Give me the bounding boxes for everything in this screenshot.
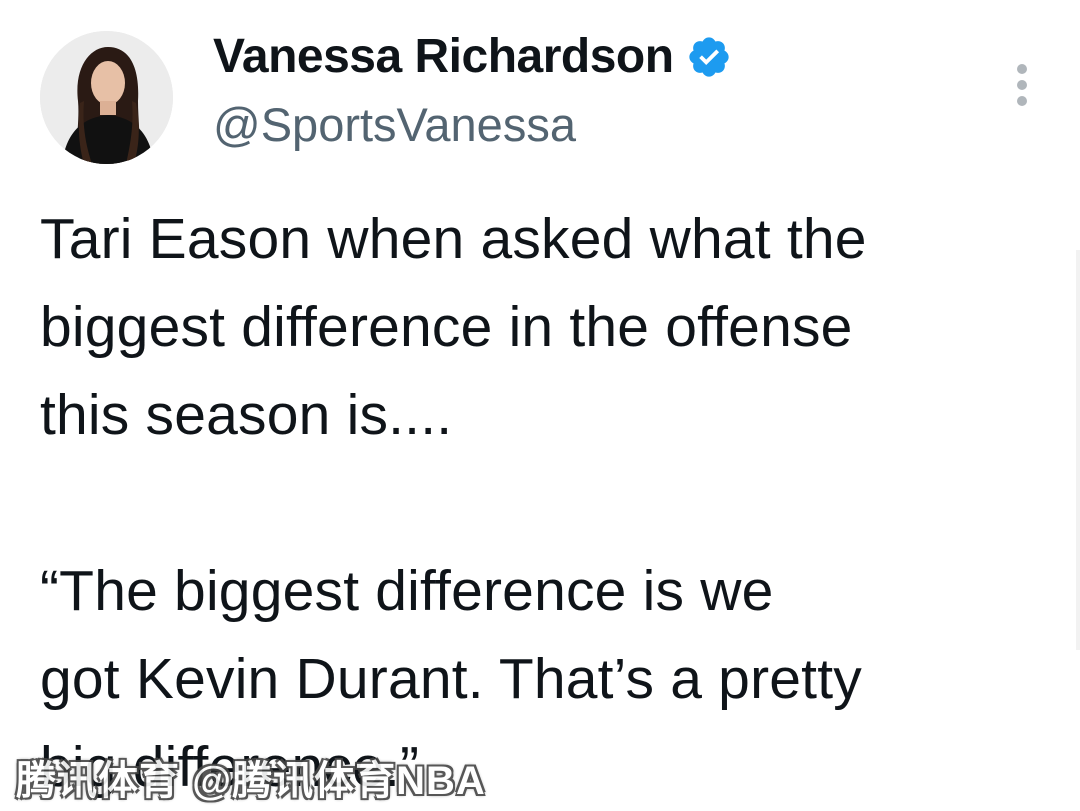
verified-badge-icon bbox=[686, 34, 732, 80]
more-vertical-icon[interactable] bbox=[1008, 60, 1036, 110]
scrollbar[interactable] bbox=[1076, 250, 1080, 650]
author-handle[interactable]: @SportsVanessa bbox=[213, 97, 576, 153]
avatar[interactable] bbox=[40, 31, 173, 164]
author-name[interactable]: Vanessa Richardson bbox=[213, 28, 674, 86]
avatar-image bbox=[40, 31, 173, 164]
watermark: 腾讯体育 @腾讯体育NBA bbox=[16, 759, 486, 803]
author-name-row[interactable]: Vanessa Richardson bbox=[213, 28, 732, 86]
tweet-text: Tari Eason when asked what the biggest d… bbox=[40, 195, 1060, 811]
tweet-paragraph: Tari Eason when asked what the biggest d… bbox=[40, 207, 867, 447]
